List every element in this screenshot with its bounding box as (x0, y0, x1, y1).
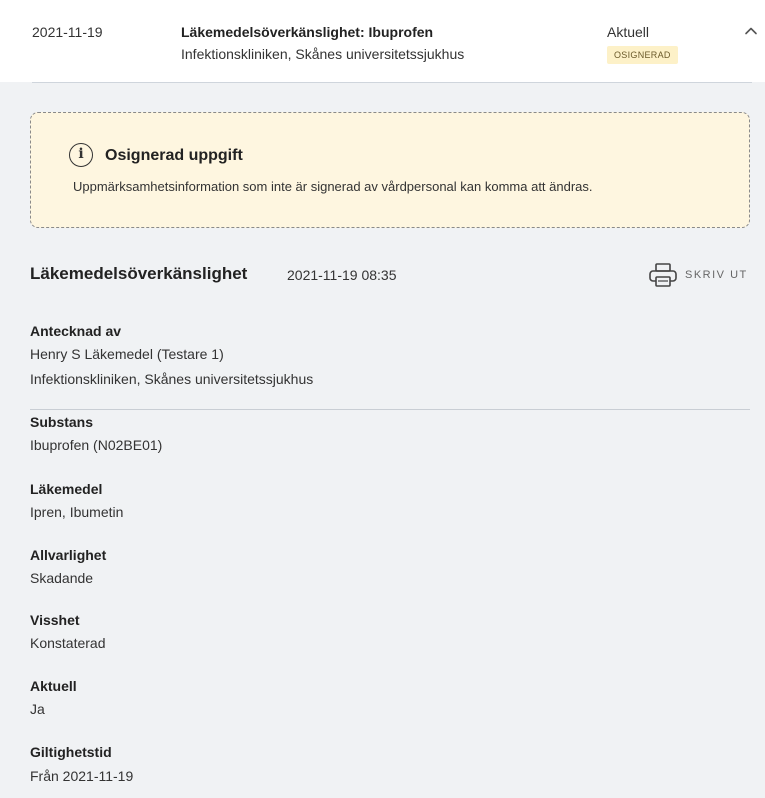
panel-divider (32, 82, 752, 83)
substance-label: Substans (30, 414, 94, 430)
section-title: Läkemedelsöverkänslighet (30, 264, 248, 283)
severity-value: Skadande (30, 570, 94, 586)
printer-icon (649, 263, 677, 287)
row-subtitle: Infektionskliniken, Skånes universitetss… (181, 46, 465, 62)
drug-value: Ipren, Ibumetin (30, 504, 124, 520)
print-label: SKRIV UT (685, 269, 748, 281)
certainty-label: Visshet (30, 612, 80, 628)
validity-label: Giltighetstid (30, 744, 112, 760)
drug-label: Läkemedel (30, 481, 103, 497)
status-badge: OSIGNERAD (607, 46, 678, 64)
current-label: Aktuell (30, 678, 77, 694)
current-value: Ja (30, 701, 45, 717)
notice-text: Uppmärksamhetsinformation som inte är si… (73, 179, 593, 194)
field-divider (30, 409, 750, 410)
detail-panel: i Osignerad uppgift Uppmärksamhetsinform… (0, 82, 765, 798)
noted-by-name: Henry S Läkemedel (Testare 1) (30, 346, 224, 362)
row-date: 2021-11-19 (32, 24, 103, 40)
notice-title: Osignerad uppgift (105, 147, 243, 164)
row-title: Läkemedelsöverkänslighet: Ibuprofen (181, 24, 434, 40)
substance-value: Ibuprofen (N02BE01) (30, 437, 163, 453)
severity-label: Allvarlighet (30, 547, 107, 563)
chevron-up-icon[interactable] (744, 24, 758, 38)
noted-by-unit: Infektionskliniken, Skånes universitetss… (30, 371, 314, 387)
info-icon: i (69, 143, 93, 167)
section-datetime: 2021-11-19 08:35 (287, 267, 397, 283)
certainty-value: Konstaterad (30, 635, 106, 651)
unsigned-notice: i Osignerad uppgift Uppmärksamhetsinform… (30, 112, 750, 228)
noted-by-label: Antecknad av (30, 323, 122, 339)
list-row-header[interactable]: 2021-11-19 Läkemedelsöverkänslighet: Ibu… (0, 0, 765, 82)
validity-value: Från 2021-11-19 (30, 768, 134, 784)
row-status: Aktuell (607, 24, 650, 40)
